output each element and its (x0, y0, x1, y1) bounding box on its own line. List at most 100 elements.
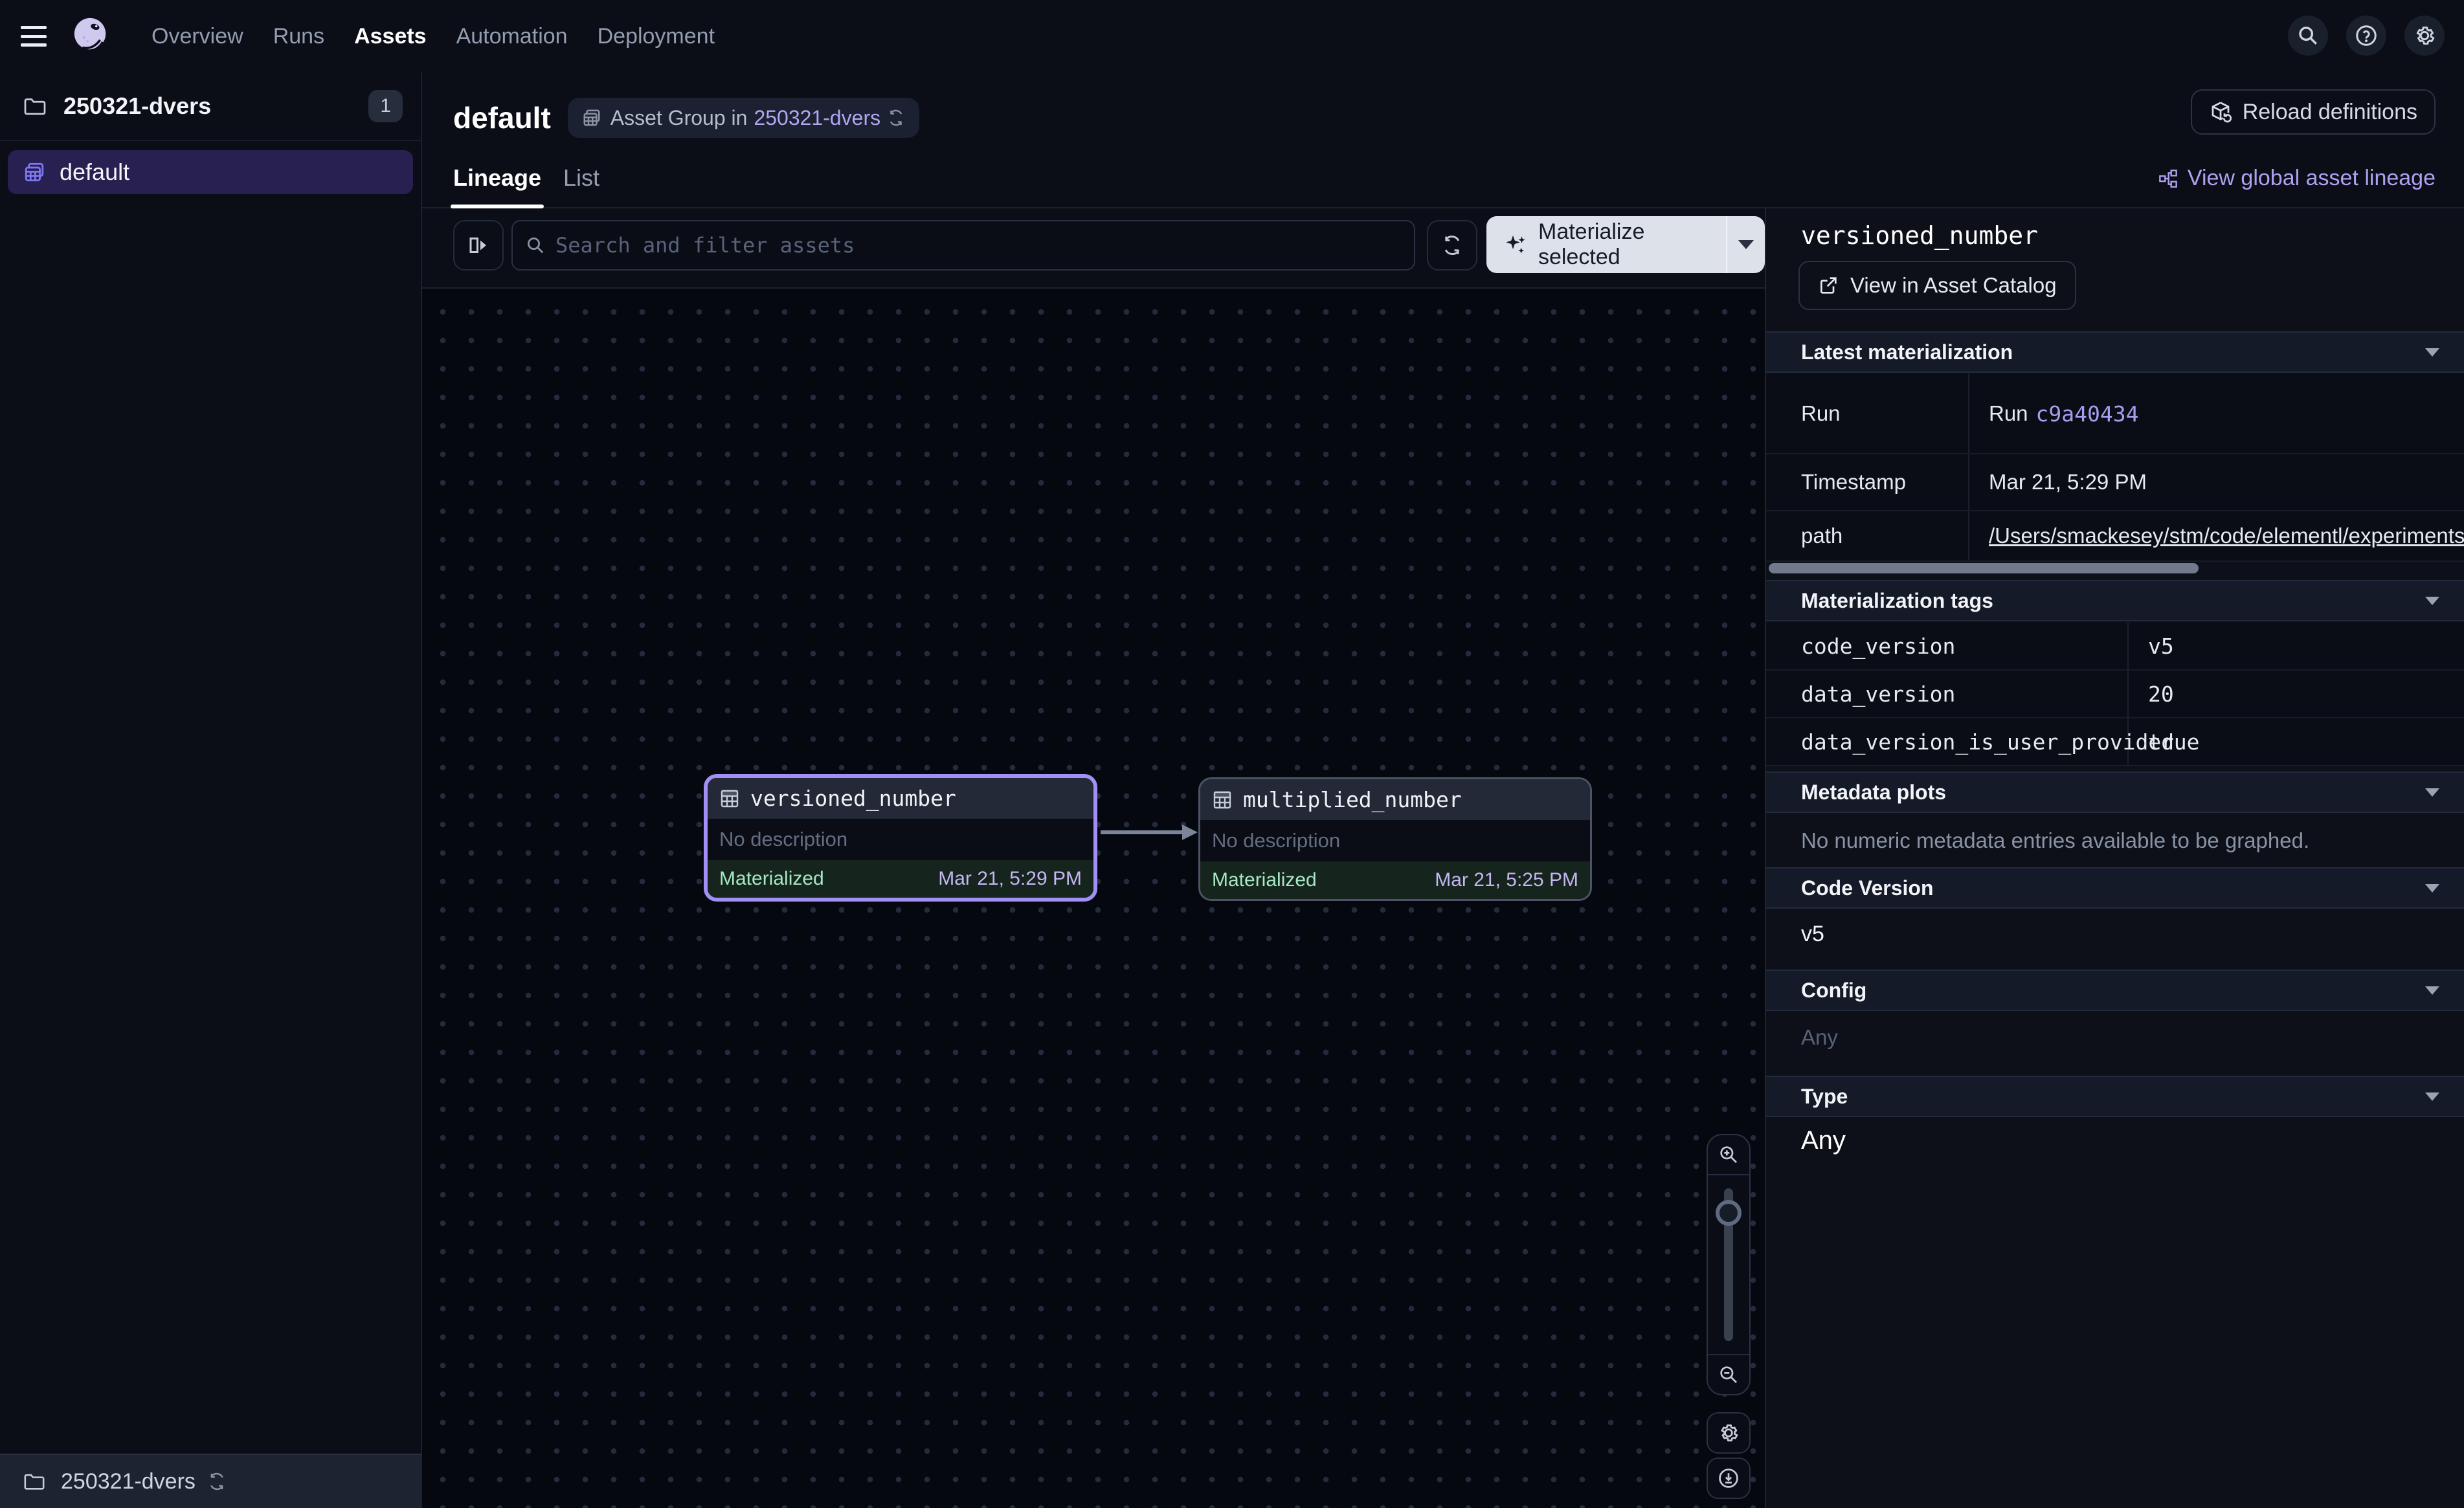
asset-node-versioned-number[interactable]: versioned_number No description Material… (704, 774, 1097, 902)
view-global-asset-lineage-link[interactable]: View global asset lineage (2158, 166, 2436, 191)
nav-item-runs[interactable]: Runs (273, 24, 324, 49)
nav-item-overview[interactable]: Overview (151, 24, 243, 49)
tag-row-code-version: code_version v5 (1766, 623, 2464, 671)
section-metadata-plots[interactable]: Metadata plots (1766, 771, 2464, 813)
reload-definitions-label: Reload definitions (2243, 100, 2417, 125)
tab-list[interactable]: List (563, 164, 599, 192)
sidebar-group-250321-dvers[interactable]: 250321-dvers 1 (0, 72, 421, 141)
asset-group-badge[interactable]: Asset Group in 250321-dvers (568, 98, 919, 138)
run-value-prefix: Run (1989, 401, 2028, 426)
asset-table-icon (1212, 790, 1233, 810)
path-link[interactable]: /Users/smackesey/stm/code/elementl/exper… (1989, 524, 2464, 548)
type-value: Any (1801, 1126, 1846, 1155)
help-icon[interactable] (2346, 16, 2386, 56)
run-label: Run (1766, 374, 1969, 453)
nav-item-automation[interactable]: Automation (456, 24, 568, 49)
panel-asset-title: versioned_number (1801, 221, 2038, 250)
section-heading: Materialization tags (1801, 589, 1993, 613)
external-link-icon (1818, 275, 1839, 296)
download-graph-icon[interactable] (1707, 1458, 1751, 1499)
asset-node-header: versioned_number (708, 778, 1093, 819)
nav-item-assets[interactable]: Assets (354, 24, 427, 49)
asset-node-description: No description (708, 819, 1093, 860)
refresh-icon[interactable] (887, 109, 905, 127)
search-icon[interactable] (2288, 16, 2328, 56)
nav-items: Overview Runs Assets Automation Deployme… (151, 24, 715, 49)
timestamp-label: Timestamp (1766, 454, 1969, 510)
hamburger-menu-icon[interactable] (21, 26, 47, 47)
sidebar-item-default[interactable]: default (8, 150, 413, 194)
lineage-graph-icon (2158, 168, 2178, 189)
tag-row-data-version-is-user-provided: data_version_is_user_provided true (1766, 718, 2464, 766)
reload-definitions-icon (2209, 100, 2232, 124)
asset-group-icon (582, 108, 601, 128)
section-config[interactable]: Config (1766, 970, 2464, 1011)
section-code-version[interactable]: Code Version (1766, 867, 2464, 909)
metadata-plots-empty-text: No numeric metadata entries available to… (1801, 828, 2309, 853)
sparkle-icon (1503, 232, 1528, 257)
timestamp-value: Mar 21, 5:29 PM (1969, 454, 2464, 510)
code-version-value: v5 (1801, 922, 1824, 947)
tab-lineage[interactable]: Lineage (453, 164, 541, 192)
section-heading: Config (1801, 979, 1866, 1003)
zoom-slider-handle[interactable] (1716, 1200, 1742, 1226)
materialized-timestamp: Mar 21, 5:29 PM (938, 868, 1082, 890)
asset-table-icon (719, 788, 740, 809)
tag-value: 20 (2129, 671, 2464, 717)
graph-settings-gear-icon[interactable] (1707, 1412, 1751, 1454)
expand-panel-icon[interactable] (453, 220, 504, 271)
top-nav: Overview Runs Assets Automation Deployme… (0, 0, 2464, 72)
materialized-timestamp: Mar 21, 5:25 PM (1435, 869, 1578, 891)
tag-key: data_version_is_user_provided (1766, 718, 2129, 765)
asset-node-multiplied-number[interactable]: multiplied_number No description Materia… (1198, 777, 1592, 901)
lineage-toolbar: Materialize selected (422, 208, 1765, 289)
zoom-slider (1708, 1175, 1749, 1354)
folder-icon (23, 1472, 45, 1491)
asset-search-box (511, 220, 1415, 271)
page-header: default Asset Group in 250321-dvers Relo… (422, 88, 2464, 148)
run-value: Run c9a40434 (1969, 374, 2464, 453)
lineage-canvas[interactable]: versioned_number No description Material… (422, 289, 1765, 1508)
dagster-logo-icon[interactable] (71, 16, 111, 56)
section-heading: Code Version (1801, 876, 1934, 900)
sidebar-group-label: 250321-dvers (63, 93, 368, 120)
sidebar-group-count-badge: 1 (368, 90, 403, 122)
asset-node-header: multiplied_number (1200, 779, 1590, 820)
path-label: path (1766, 511, 1969, 560)
search-input[interactable] (555, 233, 1401, 258)
badge-group-link[interactable]: 250321-dvers (754, 106, 880, 130)
materialize-dropdown-caret-icon[interactable] (1727, 240, 1765, 249)
refresh-graph-icon[interactable] (1427, 220, 1477, 271)
scrollbar-thumb[interactable] (1769, 563, 2199, 573)
view-in-asset-catalog-label: View in Asset Catalog (1850, 273, 2057, 298)
sidebar-footer: 250321-dvers (0, 1454, 421, 1508)
sidebar-item-label: default (60, 159, 129, 186)
sidebar-footer-label: 250321-dvers (61, 1469, 196, 1494)
section-heading: Type (1801, 1085, 1848, 1109)
zoom-in-icon[interactable] (1708, 1135, 1749, 1175)
asset-node-name: versioned_number (750, 786, 956, 811)
zoom-out-icon[interactable] (1708, 1354, 1749, 1394)
refresh-icon[interactable] (207, 1472, 227, 1491)
view-global-label: View global asset lineage (2188, 166, 2436, 191)
view-in-asset-catalog-button[interactable]: View in Asset Catalog (1798, 261, 2076, 310)
section-type[interactable]: Type (1766, 1076, 2464, 1117)
tag-key: data_version (1766, 671, 2129, 717)
reload-definitions-button[interactable]: Reload definitions (2191, 89, 2436, 135)
config-value: Any (1801, 1025, 1838, 1050)
tag-value: v5 (2129, 623, 2464, 669)
collapse-caret-icon (2425, 986, 2439, 995)
nav-item-deployment[interactable]: Deployment (598, 24, 715, 49)
collapse-caret-icon (2425, 884, 2439, 893)
settings-gear-icon[interactable] (2404, 16, 2445, 56)
section-heading: Metadata plots (1801, 781, 1946, 804)
search-icon (526, 236, 545, 255)
lineage-edge-arrow (1095, 813, 1205, 852)
tag-value: true (2129, 718, 2464, 765)
section-latest-materialization[interactable]: Latest materialization (1766, 331, 2464, 373)
run-id-link[interactable]: c9a40434 (2036, 401, 2139, 427)
section-materialization-tags[interactable]: Materialization tags (1766, 580, 2464, 621)
row-timestamp: Timestamp Mar 21, 5:29 PM (1766, 454, 2464, 511)
materialize-selected-button[interactable]: Materialize selected (1486, 216, 1765, 273)
asset-node-description: No description (1200, 820, 1590, 861)
